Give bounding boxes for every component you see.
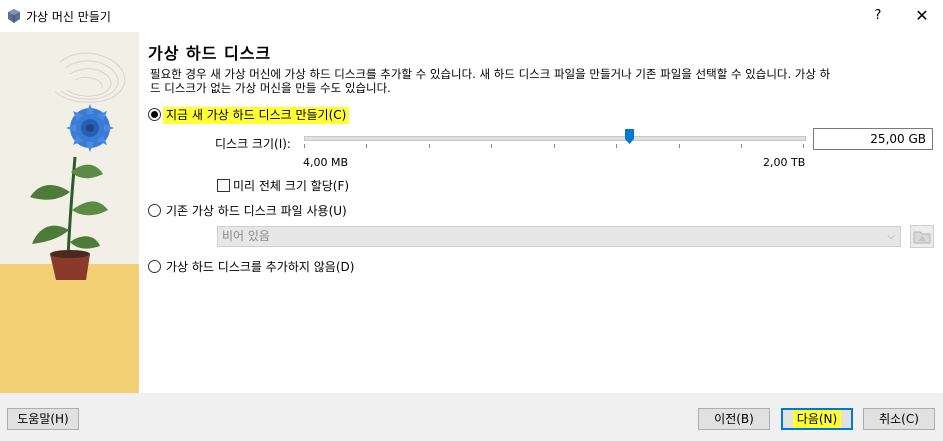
slider-ticks [304, 144, 804, 148]
existing-file-select: 비어 있음 ⌵ [217, 226, 901, 247]
wizard-page: 가상 하드 디스크 필요한 경우 새 가상 머신에 가상 하드 디스크를 추가할… [139, 32, 943, 393]
back-button[interactable]: 이전(B) [698, 408, 770, 430]
create-new-disk-radio[interactable] [148, 108, 161, 121]
plant-illustration [0, 32, 139, 393]
cancel-button[interactable]: 취소(C) [863, 408, 935, 430]
existing-file-value: 비어 있음 [222, 229, 270, 243]
disk-size-label: 디스크 크기(I): [215, 137, 291, 151]
folder-icon [910, 225, 934, 248]
page-description: 필요한 경우 새 가상 머신에 가상 하드 디스크를 추가할 수 있습니다. 새… [150, 67, 831, 95]
use-existing-disk-radio[interactable] [148, 204, 161, 217]
button-bar: 도움말(H) 이전(B) 다음(N) 취소(C) [0, 393, 943, 441]
window-title: 가상 머신 만들기 [26, 10, 111, 24]
preallocate-label[interactable]: 미리 전체 크기 할당(F) [233, 177, 349, 194]
virtualbox-icon [8, 9, 20, 23]
title-bar: 가상 머신 만들기 ? ✕ [0, 0, 943, 32]
slider-min-label: 4,00 MB [303, 156, 349, 169]
wizard-illustration [0, 32, 139, 393]
close-button[interactable]: ✕ [910, 5, 934, 27]
disk-size-slider[interactable] [304, 136, 806, 141]
create-new-disk-label[interactable]: 지금 새 가상 하드 디스크 만들기(C) [163, 106, 350, 124]
slider-max-label: 2,00 TB [763, 156, 806, 169]
next-button[interactable]: 다음(N) [781, 408, 853, 430]
slider-thumb[interactable] [624, 129, 634, 144]
chevron-down-icon: ⌵ [887, 231, 895, 242]
disk-size-input[interactable]: 25,00 GB [813, 128, 933, 150]
help-button[interactable]: 도움말(H) [7, 408, 79, 430]
help-title-button[interactable]: ? [866, 5, 890, 27]
use-existing-disk-label[interactable]: 기존 가상 하드 디스크 파일 사용(U) [166, 202, 347, 219]
preallocate-checkbox[interactable] [217, 179, 230, 192]
no-disk-label[interactable]: 가상 하드 디스크를 추가하지 않음(D) [166, 258, 354, 275]
no-disk-radio[interactable] [148, 260, 161, 273]
page-title: 가상 하드 디스크 [148, 44, 272, 63]
